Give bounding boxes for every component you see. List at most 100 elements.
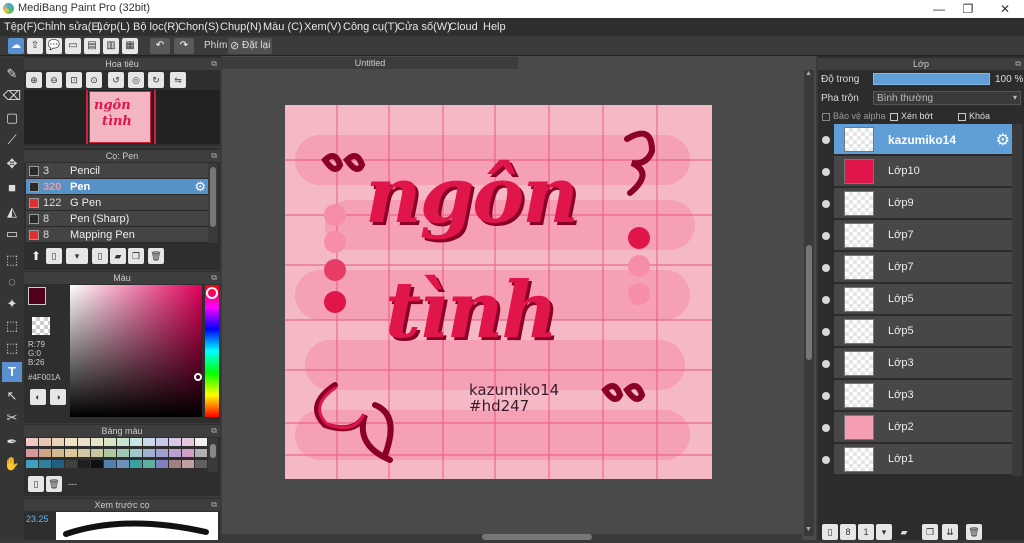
palette-swatch[interactable] — [182, 449, 194, 457]
brush-scroll-thumb[interactable] — [210, 167, 216, 227]
dot-tool-icon[interactable]: ⟋ — [2, 130, 22, 150]
palette-icon[interactable]: ◐ — [30, 389, 46, 405]
layer-row[interactable]: Lớp7 — [834, 252, 1012, 283]
menu-view[interactable]: Xem(V) — [304, 21, 341, 33]
palette-swatch[interactable] — [39, 438, 51, 446]
palette-swatch[interactable] — [39, 460, 51, 468]
layer-visibility-icon[interactable] — [822, 456, 830, 464]
layer-menu-icon[interactable]: ▾ — [876, 524, 892, 540]
palette-swatch[interactable] — [143, 460, 155, 468]
zoom-fit-icon[interactable]: ⊡ — [66, 72, 82, 88]
undo-icon[interactable]: ↶ — [150, 38, 170, 54]
lock-checkbox[interactable] — [958, 113, 966, 121]
palette-swatch[interactable] — [104, 438, 116, 446]
menu-filter[interactable]: Bộ lọc(R) — [133, 21, 179, 33]
menu-layer[interactable]: Lớp(L) — [97, 21, 130, 33]
color-picker-icon[interactable]: ◑ — [50, 389, 66, 405]
layer-row[interactable]: Lớp10 — [834, 156, 1012, 187]
scroll-up-icon[interactable]: ▲ — [805, 70, 812, 77]
canvas-scroll-thumb[interactable] — [806, 245, 812, 360]
palette-swatch[interactable] — [195, 438, 207, 446]
palette-swatch[interactable] — [65, 449, 77, 457]
zoom-in-icon[interactable]: ⊕ — [26, 72, 42, 88]
palette-swatch[interactable] — [26, 438, 38, 446]
palette-swatch[interactable] — [143, 449, 155, 457]
palette-swatch[interactable] — [117, 449, 129, 457]
hue-cursor[interactable] — [206, 287, 218, 299]
layer-row[interactable]: Lớp3 — [834, 348, 1012, 379]
menu-tools[interactable]: Công cụ(T) — [343, 21, 398, 33]
flip-icon[interactable]: ⇋ — [170, 72, 186, 88]
palette-swatch[interactable] — [52, 449, 64, 457]
select-tool-icon[interactable]: ⬚ — [2, 250, 22, 270]
brush-duplicate-icon[interactable]: ❐ — [128, 248, 144, 264]
palette-swatch[interactable] — [156, 460, 168, 468]
menu-window[interactable]: Cửa số(W) — [397, 21, 451, 33]
palette-scrollbar[interactable] — [208, 438, 218, 472]
scroll-down-icon[interactable]: ▼ — [805, 526, 812, 533]
palette-swatch[interactable] — [130, 460, 142, 468]
brush-scrollbar[interactable] — [208, 163, 218, 243]
new-layer-icon[interactable]: ▯ — [822, 524, 838, 540]
palette-swatch[interactable] — [195, 460, 207, 468]
palette-swatch[interactable] — [169, 449, 181, 457]
palette-swatch[interactable] — [104, 449, 116, 457]
palette-swatch[interactable] — [65, 460, 77, 468]
close-button[interactable]: ✕ — [990, 1, 1020, 17]
palette-new-icon[interactable]: ▯ — [28, 476, 44, 492]
saturation-value-picker[interactable] — [70, 285, 202, 417]
palette-swatch[interactable] — [130, 438, 142, 446]
duplicate-layer-icon[interactable]: ❐ — [922, 524, 938, 540]
rotate-right-icon[interactable]: ↻ — [148, 72, 164, 88]
document-tab[interactable]: Untitled — [222, 57, 518, 69]
layer-visibility-icon[interactable] — [822, 328, 830, 336]
brush-item-mapping-pen[interactable]: 8 Mapping Pen — [26, 227, 208, 243]
palette-swatch[interactable] — [169, 460, 181, 468]
alpha-protect-checkbox[interactable] — [822, 113, 830, 121]
layer-row[interactable]: Lớp3 — [834, 380, 1012, 411]
palette-scroll-thumb[interactable] — [210, 444, 216, 458]
layer-row[interactable]: Lớp1 — [834, 444, 1012, 475]
palette-swatch[interactable] — [130, 449, 142, 457]
document-icon[interactable]: ▤ — [84, 38, 100, 54]
layer-row[interactable]: Lớp2 — [834, 412, 1012, 443]
gradient-tool-icon[interactable]: ▭ — [2, 224, 22, 244]
reset-button[interactable]: ⊘ Đặt lại — [228, 38, 272, 54]
layer-visibility-icon[interactable] — [822, 232, 830, 240]
delete-layer-icon[interactable]: 🗑 — [966, 524, 982, 540]
pin-icon[interactable]: ⧉ — [211, 272, 217, 284]
layer-visibility-icon[interactable] — [822, 392, 830, 400]
clip-checkbox[interactable] — [890, 113, 898, 121]
palette-swatch[interactable] — [117, 438, 129, 446]
brush-copy-icon[interactable]: ▯ — [92, 248, 108, 264]
select-eraser-tool-icon[interactable]: ⬚ — [2, 338, 22, 358]
brush-item-pencil[interactable]: 3 Pencil — [26, 163, 208, 179]
grid-icon[interactable]: ▦ — [122, 38, 138, 54]
brush-item-g-pen[interactable]: 122 G Pen — [26, 195, 208, 211]
zoom-out-icon[interactable]: ⊖ — [46, 72, 62, 88]
drawing-canvas[interactable]: ngôn tình kazumiko14 #hd247 — [285, 105, 712, 479]
menu-cloud[interactable]: Cloud — [449, 21, 478, 33]
menu-select[interactable]: Chọn(S) — [178, 21, 219, 33]
palette-swatch[interactable] — [156, 449, 168, 457]
brush-menu-icon[interactable]: ▾ — [66, 248, 88, 264]
maximize-button[interactable]: ❐ — [953, 1, 983, 17]
minimize-button[interactable]: — — [924, 1, 954, 17]
palette-swatch[interactable] — [26, 449, 38, 457]
divide-tool-icon[interactable]: ✂ — [2, 408, 22, 428]
gear-icon[interactable]: ⚙ — [194, 179, 206, 195]
palette-swatch[interactable] — [104, 460, 116, 468]
pin-icon[interactable]: ⧉ — [211, 499, 217, 511]
layer-scrollbar[interactable] — [1012, 124, 1022, 476]
page-icon[interactable]: ▥ — [103, 38, 119, 54]
brush-folder-icon[interactable]: ▰ — [110, 248, 126, 264]
lasso-tool-icon[interactable]: ◌ — [2, 272, 22, 292]
palette-swatch[interactable] — [52, 438, 64, 446]
palette-swatch[interactable] — [117, 460, 129, 468]
opacity-slider[interactable] — [873, 73, 990, 85]
blend-mode-select[interactable]: Bình thường ▾ — [873, 91, 1021, 105]
rectangle-tool-icon[interactable]: ▢ — [2, 108, 22, 128]
pin-icon[interactable]: ⧉ — [211, 58, 217, 70]
cloud-sync-icon[interactable]: ☁ — [8, 38, 24, 54]
brush-delete-icon[interactable]: 🗑 — [148, 248, 164, 264]
